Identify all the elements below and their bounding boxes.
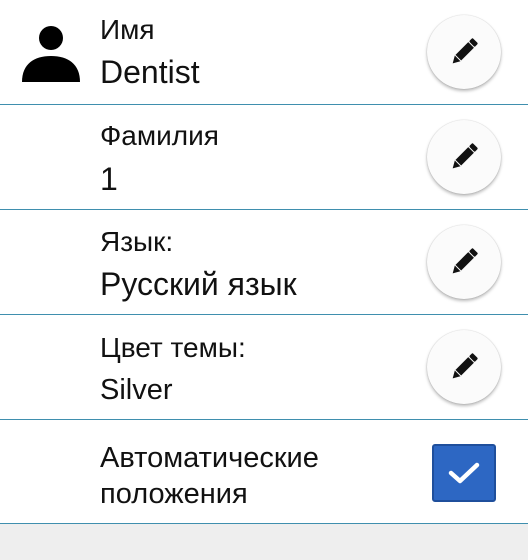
pencil-icon	[452, 353, 478, 379]
settings-list: Имя Dentist Фамилия 1 Язык: Русский язык…	[0, 0, 528, 524]
last-name-value: 1	[100, 161, 118, 197]
setting-row-language: Язык: Русский язык	[0, 210, 528, 315]
pencil-icon	[452, 248, 478, 274]
pencil-icon	[452, 143, 478, 169]
auto-positions-checkbox[interactable]	[432, 444, 496, 502]
checkmark-icon	[448, 462, 480, 484]
first-name-label: Имя	[100, 14, 155, 45]
auto-positions-label-line1: Автоматические	[100, 442, 319, 474]
language-value: Русский язык	[100, 266, 297, 302]
setting-row-first-name: Имя Dentist	[0, 0, 528, 105]
edit-language-button[interactable]	[427, 225, 501, 299]
setting-row-theme-color: Цвет темы: Silver	[0, 315, 528, 420]
auto-positions-label-line2: положения	[100, 478, 248, 510]
edit-first-name-button[interactable]	[427, 15, 501, 89]
last-name-label: Фамилия	[100, 120, 219, 151]
setting-row-last-name: Фамилия 1	[0, 105, 528, 210]
theme-color-value: Silver	[100, 374, 173, 406]
user-silhouette-icon	[22, 26, 80, 82]
setting-row-auto-positions: Автоматические положения	[0, 420, 528, 524]
edit-last-name-button[interactable]	[427, 120, 501, 194]
theme-color-label: Цвет темы:	[100, 332, 246, 363]
first-name-value: Dentist	[100, 54, 200, 90]
language-label: Язык:	[100, 226, 174, 257]
pencil-icon	[452, 38, 478, 64]
footer-area	[0, 524, 528, 560]
edit-theme-color-button[interactable]	[427, 330, 501, 404]
